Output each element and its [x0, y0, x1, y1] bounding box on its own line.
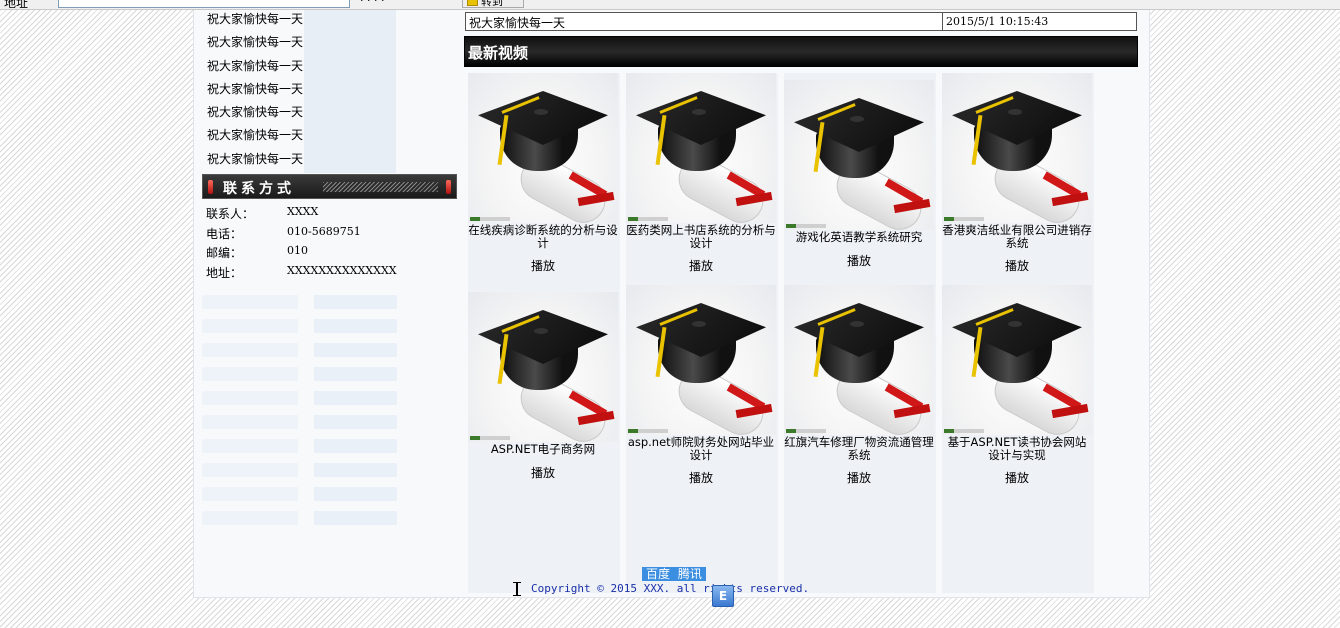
video-title[interactable]: 基于ASP.NET读书协会网站设计与实现: [942, 436, 1092, 461]
video-card[interactable]: 香港爽洁纸业有限公司进销存系统 播放: [942, 73, 1094, 274]
video-title[interactable]: asp.net师院财务处网站毕业设计: [626, 436, 776, 461]
marquee-bar: 祝大家愉快每一天 2015/5/1 10:15:43: [465, 12, 1137, 31]
play-link[interactable]: 播放: [784, 469, 934, 486]
marquee-message: 祝大家愉快每一天: [469, 16, 566, 30]
notice-item[interactable]: 祝大家愉快每一天: [194, 33, 404, 57]
footer-links: 百度 腾讯: [642, 567, 706, 581]
main-content: 祝大家愉快每一天 2015/5/1 10:15:43 最新视频 在线疾病诊断系统…: [464, 10, 1138, 598]
toolbar-buttons[interactable]: · · · ·: [360, 0, 384, 7]
video-card[interactable]: 在线疾病诊断系统的分析与设计 播放: [468, 73, 620, 274]
address-label: 地址: [4, 0, 29, 10]
contact-value: 010: [287, 244, 308, 257]
video-title[interactable]: 香港爽洁纸业有限公司进销存系统: [942, 224, 1092, 249]
placeholder-block: [202, 463, 397, 477]
placeholder-block: [202, 295, 397, 309]
graduation-cap-thumbnail[interactable]: [626, 285, 776, 435]
footer-link-tencent[interactable]: 腾讯: [678, 567, 702, 581]
graduation-cap-thumbnail[interactable]: [784, 80, 934, 230]
lamp-icon: [208, 180, 213, 194]
video-card[interactable]: 红旗汽车修理厂物资流通管理系统 播放: [784, 285, 936, 486]
graduation-cap-thumbnail[interactable]: [468, 292, 618, 442]
placeholder-block: [202, 439, 397, 453]
video-card[interactable]: ASP.NET电子商务网 播放: [468, 292, 620, 481]
video-title[interactable]: 红旗汽车修理厂物资流通管理系统: [784, 436, 934, 461]
address-input[interactable]: [58, 0, 350, 8]
notice-item[interactable]: 祝大家愉快每一天: [194, 10, 404, 34]
sidebar-placeholder-blocks: [202, 295, 397, 535]
video-card[interactable]: asp.net师院财务处网站毕业设计 播放: [626, 285, 778, 486]
go-label: 转到: [481, 0, 503, 8]
contact-row: 地址： XXXXXXXXXXXXXX: [206, 264, 456, 284]
play-link[interactable]: 播放: [468, 257, 618, 274]
contact-value: XXXX: [287, 205, 319, 218]
notice-item[interactable]: 祝大家愉快每一天: [194, 126, 404, 150]
contact-key: 电话：: [206, 226, 243, 241]
section-header: 最新视频: [464, 36, 1138, 67]
play-link[interactable]: 播放: [942, 257, 1092, 274]
page-container: 祝大家愉快每一天 祝大家愉快每一天 祝大家愉快每一天 祝大家愉快每一天 祝大家愉…: [193, 10, 1150, 607]
notice-item[interactable]: 祝大家愉快每一天: [194, 103, 404, 127]
notice-item[interactable]: 祝大家愉快每一天: [194, 56, 404, 80]
floating-e-icon[interactable]: E: [712, 585, 734, 607]
video-title[interactable]: 医药类网上书店系统的分析与设计: [626, 224, 776, 249]
go-button[interactable]: 转到: [462, 0, 524, 8]
datetime-text: 2015/5/1 10:15:43: [946, 15, 1049, 28]
section-title: 最新视频: [468, 44, 529, 62]
go-icon: [467, 0, 478, 6]
copyright-text: Copyright © 2015 XXX. all rights reserve…: [531, 582, 810, 595]
footer-link-baidu[interactable]: 百度: [646, 567, 670, 581]
placeholder-block: [202, 343, 397, 357]
placeholder-block: [202, 367, 397, 381]
contact-value: XXXXXXXXXXXXXX: [287, 263, 397, 277]
notice-item[interactable]: 祝大家愉快每一天: [194, 79, 404, 104]
notice-item[interactable]: 祝大家愉快每一天: [194, 149, 404, 174]
video-card[interactable]: 医药类网上书店系统的分析与设计 播放: [626, 73, 778, 274]
video-card[interactable]: 基于ASP.NET读书协会网站设计与实现 播放: [942, 285, 1094, 486]
play-link[interactable]: 播放: [784, 252, 934, 269]
video-title[interactable]: ASP.NET电子商务网: [468, 443, 618, 456]
lamp-icon: [446, 180, 451, 194]
video-title[interactable]: 在线疾病诊断系统的分析与设计: [468, 224, 618, 249]
browser-address-bar: 地址 · · · · 转到: [0, 0, 1340, 10]
contact-header: 联系方式: [202, 174, 457, 199]
placeholder-block: [202, 511, 397, 525]
contact-value: 010-5689751: [287, 224, 361, 238]
video-title[interactable]: 游戏化英语教学系统研究: [784, 231, 934, 244]
header-stripes: [323, 182, 438, 192]
contact-info: 联系人： XXXX 电话： 010-5689751 邮编： 010 地址： XX…: [206, 205, 456, 283]
contact-key: 联系人：: [206, 207, 255, 221]
graduation-cap-thumbnail[interactable]: [626, 73, 776, 223]
text-cursor-icon: [513, 582, 521, 596]
play-link[interactable]: 播放: [626, 257, 776, 274]
play-link[interactable]: 播放: [468, 464, 618, 481]
placeholder-block: [202, 415, 397, 429]
contact-row: 电话： 010-5689751: [206, 225, 456, 245]
graduation-cap-thumbnail[interactable]: [942, 73, 1092, 223]
sidebar: 祝大家愉快每一天 祝大家愉快每一天 祝大家愉快每一天 祝大家愉快每一天 祝大家愉…: [194, 10, 464, 598]
contact-row: 联系人： XXXX: [206, 205, 456, 225]
graduation-cap-thumbnail[interactable]: [468, 73, 618, 223]
contact-title: 联系方式: [223, 181, 295, 197]
video-card[interactable]: 游戏化英语教学系统研究 播放: [784, 80, 936, 269]
play-link[interactable]: 播放: [626, 469, 776, 486]
play-link[interactable]: 播放: [942, 469, 1092, 486]
placeholder-block: [202, 487, 397, 501]
placeholder-block: [202, 319, 397, 333]
graduation-cap-thumbnail[interactable]: [784, 285, 934, 435]
contact-key: 邮编：: [206, 246, 243, 260]
notice-list: 祝大家愉快每一天 祝大家愉快每一天 祝大家愉快每一天 祝大家愉快每一天 祝大家愉…: [194, 10, 404, 174]
contact-key: 地址：: [206, 265, 243, 280]
placeholder-block: [202, 391, 397, 405]
contact-row: 邮编： 010: [206, 244, 456, 264]
graduation-cap-thumbnail[interactable]: [942, 285, 1092, 435]
divider: [942, 13, 943, 30]
